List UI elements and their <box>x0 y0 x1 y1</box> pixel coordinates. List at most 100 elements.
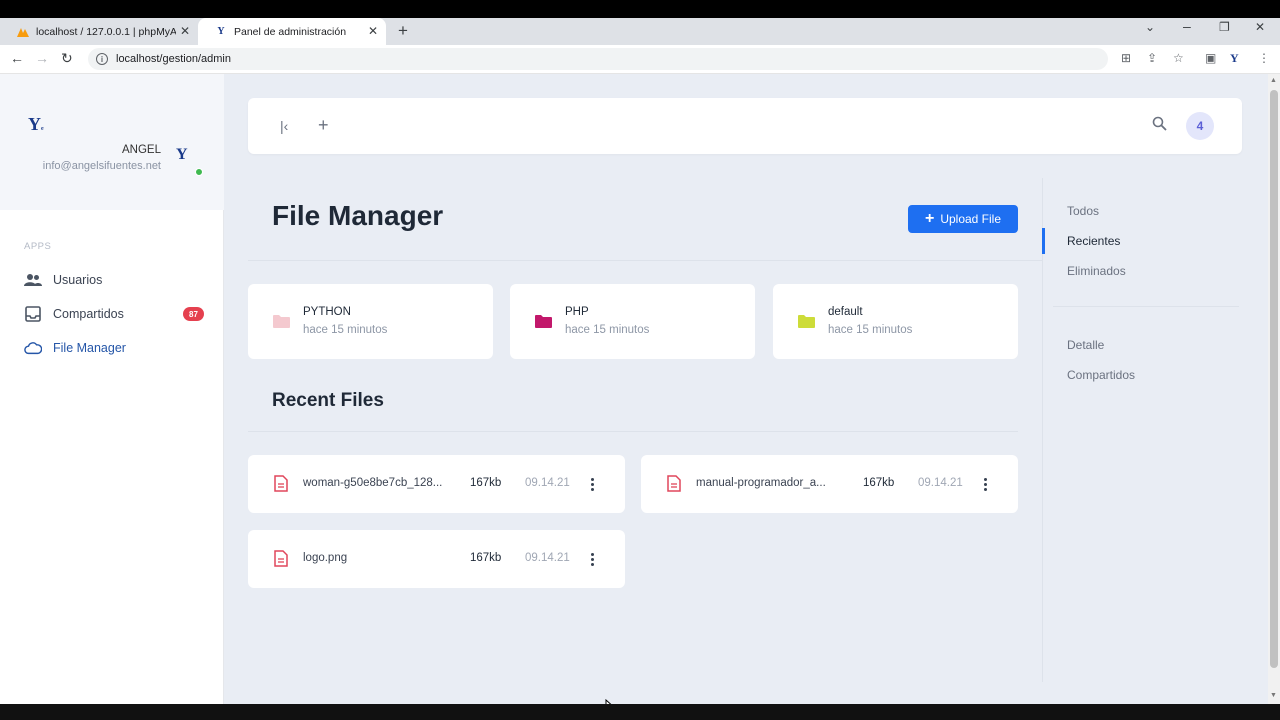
browser-tab-admin-panel[interactable]: Y Panel de administración ✕ <box>198 18 386 45</box>
folder-name: PHP <box>565 306 589 318</box>
file-name: logo.png <box>303 552 348 564</box>
document-icon <box>667 475 681 492</box>
brand-logo: Ye <box>28 114 44 134</box>
header-divider <box>248 260 1042 261</box>
filter-todos[interactable]: Todos <box>1067 204 1099 218</box>
notification-badge: 87 <box>183 307 204 321</box>
file-size: 167kb <box>863 477 895 489</box>
file-date: 09.14.21 <box>918 477 963 489</box>
sidebar-item-compartidos[interactable]: Compartidos 87 <box>24 302 204 326</box>
online-status-dot <box>195 168 203 176</box>
filter-eliminados[interactable]: Eliminados <box>1067 264 1126 278</box>
more-options-icon[interactable] <box>585 547 599 571</box>
forward-icon[interactable]: → <box>35 50 49 66</box>
new-tab-icon[interactable]: + <box>398 21 408 41</box>
reload-icon[interactable]: ↻ <box>61 50 73 67</box>
bookmark-star-icon[interactable]: ☆ <box>1173 51 1184 65</box>
filter-compartidos[interactable]: Compartidos <box>1067 368 1135 382</box>
folder-card-php[interactable]: PHP hace 15 minutos <box>510 284 755 359</box>
section-label-apps: APPS <box>24 241 52 252</box>
avatar[interactable]: Y <box>176 146 200 170</box>
phpmyadmin-favicon-icon <box>16 25 30 39</box>
plus-icon: + <box>924 210 935 227</box>
panel-divider <box>1053 306 1239 307</box>
filter-detalle[interactable]: Detalle <box>1067 338 1104 352</box>
folder-card-python[interactable]: PYTHON hace 15 minutos <box>248 284 493 359</box>
recent-divider <box>248 431 1018 432</box>
browser-menu-icon[interactable]: ⋮ <box>1258 51 1270 65</box>
sidebar-item-label: File Manager <box>53 341 126 355</box>
back-icon[interactable]: ← <box>10 50 24 66</box>
scroll-thumb[interactable] <box>1270 90 1278 668</box>
page-title: File Manager <box>272 200 444 231</box>
more-options-icon[interactable] <box>978 472 992 496</box>
sidebar-item-label: Usuarios <box>53 273 103 287</box>
folder-time: hace 15 minutos <box>303 324 388 336</box>
folder-time: hace 15 minutos <box>828 324 913 336</box>
restore-icon[interactable]: ❐ <box>1219 20 1230 34</box>
sidebar-item-label: Compartidos <box>53 307 124 321</box>
site-info-icon[interactable]: i <box>96 53 108 65</box>
site-favicon-icon: Y <box>217 26 225 37</box>
document-icon <box>274 550 288 567</box>
minimize-icon[interactable]: – <box>1183 18 1191 34</box>
sidebar-item-usuarios[interactable]: Usuarios <box>24 268 204 292</box>
file-card[interactable]: woman-g50e8be7cb_128... 167kb 09.14.21 <box>248 455 625 513</box>
sidebar: Ye ANGEL info@angelsifuentes.net Y APPS … <box>0 74 224 704</box>
close-window-icon[interactable]: ✕ <box>1255 20 1265 34</box>
scroll-down-icon[interactable]: ▼ <box>1270 692 1277 699</box>
scroll-up-icon[interactable]: ▲ <box>1270 77 1277 84</box>
folder-icon <box>273 315 290 328</box>
file-card[interactable]: manual-programador_a... 167kb 09.14.21 <box>641 455 1018 513</box>
inbox-icon <box>24 305 42 323</box>
address-bar[interactable]: i localhost/gestion/admin <box>88 48 1108 70</box>
translate-icon[interactable]: ⊞ <box>1121 51 1131 65</box>
collapse-sidebar-icon[interactable]: |‹ <box>280 118 288 134</box>
search-icon[interactable] <box>1152 116 1167 136</box>
page: Ye ANGEL info@angelsifuentes.net Y APPS … <box>0 74 1280 715</box>
upload-file-button[interactable]: + Upload File <box>908 205 1018 233</box>
file-date: 09.14.21 <box>525 477 570 489</box>
folder-time: hace 15 minutos <box>565 324 650 336</box>
document-icon <box>274 475 288 492</box>
tab-search-chevron-icon[interactable]: ⌄ <box>1145 20 1155 34</box>
users-icon <box>24 271 42 289</box>
bottom-bar <box>0 704 1280 720</box>
folder-name: default <box>828 306 863 318</box>
tab-title: localhost / 127.0.0.1 | phpMyAdm <box>36 25 176 38</box>
file-name: woman-g50e8be7cb_128... <box>303 477 443 489</box>
url-text: localhost/gestion/admin <box>116 53 231 65</box>
page-scrollbar[interactable]: ▲ ▼ <box>1268 74 1280 704</box>
user-email: info@angelsifuentes.net <box>42 160 161 172</box>
file-date: 09.14.21 <box>525 552 570 564</box>
close-tab-icon[interactable]: ✕ <box>180 24 190 38</box>
cloud-icon <box>24 339 42 357</box>
close-tab-icon[interactable]: ✕ <box>368 24 378 38</box>
filter-panel: Todos Recientes Eliminados Detalle Compa… <box>1042 178 1242 682</box>
folder-icon <box>798 315 815 328</box>
browser-toolbar: ← → ↻ i localhost/gestion/admin ⊞ ⇪ ☆ ▣ … <box>0 45 1280 74</box>
more-options-icon[interactable] <box>585 472 599 496</box>
upload-file-label: Upload File <box>940 212 1002 226</box>
browser-tab-phpmyadmin[interactable]: localhost / 127.0.0.1 | phpMyAdm ✕ <box>0 18 198 45</box>
profile-panel: Ye ANGEL info@angelsifuentes.net Y <box>0 74 224 210</box>
active-indicator <box>1042 228 1045 254</box>
share-icon[interactable]: ⇪ <box>1147 51 1157 65</box>
browser-tab-strip: localhost / 127.0.0.1 | phpMyAdm ✕ Y Pan… <box>0 18 1280 45</box>
top-bar: |‹ + 4 <box>248 98 1242 154</box>
user-name: ANGEL <box>122 144 161 156</box>
extension-icon[interactable]: Y <box>1230 51 1239 66</box>
notification-count[interactable]: 4 <box>1186 112 1214 140</box>
file-name: manual-programador_a... <box>696 477 826 489</box>
add-icon[interactable]: + <box>318 115 329 136</box>
tab-title: Panel de administración <box>234 25 347 38</box>
filter-recientes[interactable]: Recientes <box>1067 234 1120 248</box>
side-panel-icon[interactable]: ▣ <box>1205 51 1216 65</box>
folder-card-default[interactable]: default hace 15 minutos <box>773 284 1018 359</box>
file-size: 167kb <box>470 552 502 564</box>
folder-name: PYTHON <box>303 306 351 318</box>
folder-icon <box>535 315 552 328</box>
sidebar-item-file-manager[interactable]: File Manager <box>24 336 204 360</box>
file-card[interactable]: logo.png 167kb 09.14.21 <box>248 530 625 588</box>
recent-files-title: Recent Files <box>272 390 384 411</box>
